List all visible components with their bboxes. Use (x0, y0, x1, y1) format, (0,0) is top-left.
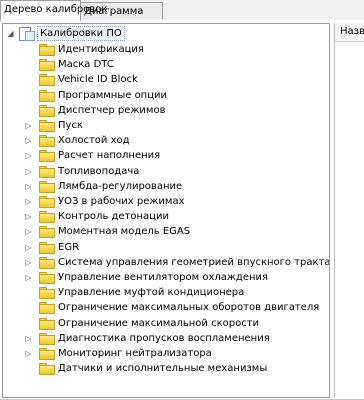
folder-icon (39, 166, 55, 178)
expand-arrow-icon[interactable]: ▷ (24, 346, 33, 361)
expand-arrow-icon (24, 316, 33, 331)
tree-item-label[interactable]: Vehicle ID Block (58, 72, 138, 87)
tree-item-label[interactable]: Программные опции (58, 88, 167, 103)
folder-icon (39, 59, 55, 71)
tree-item-label[interactable]: УОЗ в рабочих режимах (58, 194, 185, 209)
tab-strip: Дерево калибровок Диаграмма (0, 0, 364, 21)
expand-arrow-icon (24, 72, 33, 87)
folder-icon (39, 302, 55, 314)
calibration-tree[interactable]: ◢ Калибровки ПО Идентификация Маска DTC Ve… (2, 23, 330, 398)
folder-icon (39, 226, 55, 238)
tree-item-label[interactable]: Датчики и исполнительные механизмы (58, 361, 267, 376)
folder-icon (39, 90, 55, 102)
expand-arrow-icon[interactable]: ▷ (24, 331, 33, 346)
expand-arrow-icon (24, 285, 33, 300)
expand-arrow-icon[interactable]: ▷ (24, 179, 33, 194)
tree-item-label[interactable]: Ограничение максимальных оборотов двигат… (58, 300, 319, 315)
folder-icon (39, 318, 55, 330)
content-panel: ◢ Калибровки ПО Идентификация Маска DTC Ve… (0, 20, 364, 400)
expand-arrow-icon[interactable]: ▷ (24, 148, 33, 163)
expand-arrow-icon (24, 57, 33, 72)
tree-root-label[interactable]: Калибровки ПО (37, 26, 125, 41)
collapse-arrow-icon[interactable]: ◢ (6, 26, 15, 41)
folder-icon (39, 44, 55, 56)
tree-item-label[interactable]: Диагностика пропусков воспламенения (58, 331, 270, 346)
tree-item-label[interactable]: Идентификация (58, 42, 144, 57)
expand-arrow-icon (24, 300, 33, 315)
expand-arrow-icon[interactable]: ▷ (24, 194, 33, 209)
tree-item-label[interactable]: Пуск (58, 118, 83, 133)
tree-item-label[interactable]: Контроль детонации (58, 209, 169, 224)
properties-panel: Назва (334, 23, 364, 398)
expand-arrow-icon (24, 42, 33, 57)
tree-item-label[interactable]: Расчет наполнения (58, 148, 160, 163)
tree-item-label[interactable]: Маска DTC (58, 57, 114, 72)
tree-item-label[interactable]: Мониторинг нейтрализатора (58, 346, 212, 361)
folder-icon (39, 348, 55, 360)
folder-icon (39, 74, 55, 86)
expand-arrow-icon[interactable]: ▷ (24, 133, 33, 148)
tree-item-label[interactable]: Холостой ход (58, 133, 130, 148)
folder-icon (39, 211, 55, 223)
column-header-name[interactable]: Назва (335, 23, 364, 42)
expand-arrow-icon (24, 361, 33, 376)
folder-icon (39, 120, 55, 132)
tree-item-label[interactable]: EGR (58, 240, 79, 255)
tree-item-label[interactable]: Управление муфтой кондиционера (58, 285, 244, 300)
expand-arrow-icon[interactable]: ▷ (24, 255, 33, 270)
calibration-root-icon (19, 27, 35, 41)
folder-icon (39, 242, 55, 254)
folder-icon (39, 181, 55, 193)
tree-item-label[interactable]: Управление вентилятором охлаждения (58, 270, 268, 285)
expand-arrow-icon[interactable]: ▷ (24, 118, 33, 133)
folder-icon (39, 135, 55, 147)
expand-arrow-icon (24, 88, 33, 103)
tree-item-label[interactable]: Диспетчер режимов (58, 103, 165, 118)
folder-icon (39, 287, 55, 299)
folder-icon (39, 105, 55, 117)
tree-item-label[interactable]: Моментная модель EGAS (58, 224, 190, 239)
folder-icon (39, 257, 55, 269)
expand-arrow-icon[interactable]: ▷ (24, 164, 33, 179)
tree-item-label[interactable]: Топливоподача (58, 164, 139, 179)
folder-icon (39, 196, 55, 208)
folder-icon (39, 150, 55, 162)
expand-arrow-icon[interactable]: ▷ (24, 209, 33, 224)
expand-arrow-icon[interactable]: ▷ (24, 224, 33, 239)
folder-icon (39, 333, 55, 345)
folder-icon (39, 272, 55, 284)
expand-arrow-icon[interactable]: ▷ (24, 270, 33, 285)
expand-arrow-icon (24, 103, 33, 118)
expand-arrow-icon[interactable]: ▷ (24, 240, 33, 255)
tree-item-label[interactable]: Лямбда-регулирование (58, 179, 182, 194)
tree-item-label[interactable]: Ограничение максимальной скорости (58, 316, 259, 331)
tab-calibration-tree[interactable]: Дерево калибровок (0, 0, 107, 21)
folder-icon (39, 363, 55, 375)
tree-item-label[interactable]: Система управления геометрией впускного … (58, 255, 329, 270)
